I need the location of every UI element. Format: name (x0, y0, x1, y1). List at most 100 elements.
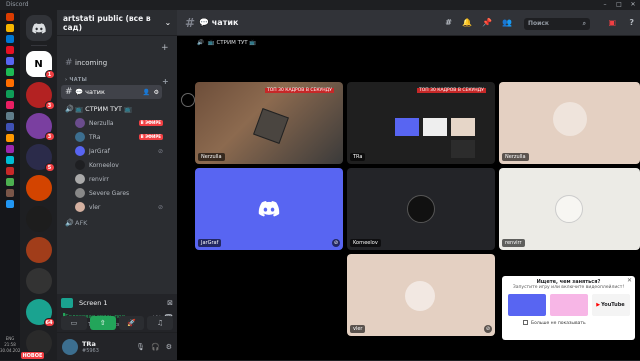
taskbar-app-icon[interactable] (6, 145, 14, 153)
server-icon[interactable]: 3 (25, 82, 55, 110)
maximize-button[interactable]: □ (612, 0, 626, 10)
taskbar-app-icon[interactable] (6, 57, 14, 65)
user-tile-jargraf[interactable]: JarGraf ⊘ (195, 168, 343, 250)
discord-logo-icon (258, 201, 280, 217)
server-icon[interactable]: N1 (25, 51, 55, 79)
stop-stream-icon[interactable]: ⊠ (167, 299, 173, 307)
voice-user[interactable]: Severe Gares (75, 186, 169, 200)
taskbar-app-icon[interactable] (6, 200, 14, 208)
voice-user[interactable]: TRa В ЭФИРЕ (75, 130, 169, 144)
server-icon[interactable]: НОВОЕ (19, 330, 52, 360)
avatar (75, 188, 85, 198)
taskbar-app-icon[interactable] (6, 35, 14, 43)
avatar (555, 195, 583, 223)
taskbar-app-icon[interactable] (6, 112, 14, 120)
taskbar-app-icon[interactable] (6, 123, 14, 131)
voice-user[interactable]: renvirr (75, 172, 169, 186)
user-tile-korneelov[interactable]: Korneelov (347, 168, 495, 250)
taskbar-app-icon[interactable] (6, 68, 14, 76)
hash-icon: # (185, 15, 196, 30)
add-channel-icon[interactable]: + (161, 43, 169, 53)
taskbar-app-icon[interactable] (6, 13, 14, 21)
close-window-button[interactable]: ✕ (626, 0, 640, 10)
stream-tile-tra[interactable]: ТОП 30 КАДРОВ В СЕКУНДУ TRa (347, 82, 495, 164)
taskbar-app-icon[interactable] (6, 189, 14, 197)
dont-show-checkbox[interactable]: Больше не показывать (505, 320, 632, 326)
server-icon[interactable] (25, 237, 52, 263)
user-tile-renvirr[interactable]: renvirr (499, 168, 640, 250)
add-channel-icon[interactable]: + (162, 77, 169, 86)
invite-icon[interactable]: 👤 (143, 89, 150, 96)
member-list-icon[interactable]: 👥 (502, 18, 512, 27)
voice-channel-stream[interactable]: 🔊 📺 СТРИМ ТУТ 📺 (61, 102, 173, 116)
youtube-card[interactable]: ▶ YouTube (591, 294, 630, 316)
speaker-icon: 🔊 (65, 219, 74, 227)
pin-icon[interactable]: 📌 (482, 18, 492, 27)
gear-icon[interactable]: ⚙ (166, 343, 172, 351)
screen-share-button[interactable]: ⇧ (89, 316, 116, 330)
stream-thumb (395, 118, 419, 136)
voice-user[interactable]: Korneelov (75, 158, 169, 172)
youtube-label: YouTube (601, 302, 625, 308)
server-icon[interactable] (25, 206, 52, 232)
server-icon[interactable] (25, 175, 52, 201)
user-tile-vler[interactable]: vler ⊘ (347, 254, 495, 336)
category-chats[interactable]: › ЧАТЫ + (65, 77, 169, 86)
tile-name: JarGraf (198, 239, 222, 247)
voice-channel-afk[interactable]: 🔊 AFK (61, 216, 173, 230)
activity-button[interactable]: 🚀 (118, 316, 145, 330)
server-icon[interactable]: 3 (25, 113, 55, 141)
voice-user[interactable]: Nerzulla В ЭФИРЕ (75, 116, 169, 130)
taskbar-app-icon[interactable] (6, 178, 14, 186)
stream-tile-nerzulla[interactable]: ТОП 30 КАДРОВ В СЕКУНДУ Nerzulla (195, 82, 343, 164)
activity-card[interactable] (549, 294, 588, 316)
mention-badge: 3 (44, 132, 55, 141)
avatar[interactable] (62, 338, 78, 355)
taskbar-app-icon[interactable] (6, 167, 14, 175)
stage-header: 🔊 📺 СТРИМ ТУТ 📺 (177, 36, 640, 50)
stream-thumb (451, 140, 475, 158)
avatar (75, 174, 85, 184)
server-icon[interactable] (25, 268, 52, 294)
close-icon[interactable]: ✕ (627, 277, 632, 284)
taskbar-app-icon[interactable] (6, 46, 14, 54)
server-header[interactable]: artstati public (все в сад) ⌄ (57, 10, 177, 36)
taskbar-app-icon[interactable] (6, 134, 14, 142)
soundboard-button[interactable]: ♫ (147, 316, 173, 330)
speaker-icon: 🔊 (197, 40, 204, 46)
minimize-button[interactable]: – (598, 0, 612, 10)
main-stage: # 💬 чатик # 🔔 📌 👥 Поиск ⌕ ▣ ? 🔊 📺 СТРИМ … (177, 10, 640, 360)
new-badge: НОВОЕ (19, 351, 46, 360)
channel-chatik[interactable]: # 💬 чатик 👤 ⚙ (61, 85, 162, 99)
taskbar-app-icon[interactable] (6, 156, 14, 164)
activity-card[interactable] (507, 294, 546, 316)
app-title: Discord (6, 1, 29, 8)
home-button[interactable] (25, 15, 52, 41)
bell-icon[interactable]: 🔔 (462, 18, 472, 27)
server-icon[interactable]: 5 (25, 144, 55, 172)
avatar (75, 202, 85, 212)
mention-badge: 1 (44, 70, 55, 79)
headphones-icon[interactable]: 🎧 (151, 343, 160, 351)
user-tile-nerzulla[interactable]: Nerzulla (499, 82, 640, 164)
threads-icon[interactable]: # (445, 18, 452, 27)
gear-icon[interactable]: ⚙ (154, 89, 159, 96)
scroll-left-button[interactable] (181, 93, 195, 107)
taskbar-app-icon[interactable] (6, 90, 14, 98)
camera-button[interactable]: ▭ (61, 316, 87, 330)
taskbar-app-icon[interactable] (6, 24, 14, 32)
mic-icon[interactable]: 🎙 (136, 343, 145, 351)
chevron-down-icon: ⌄ (164, 18, 171, 27)
channel-incoming[interactable]: # incoming (61, 56, 173, 70)
taskbar-app-icon[interactable] (6, 101, 14, 109)
help-icon[interactable]: ? (629, 18, 634, 27)
inbox-icon[interactable]: ▣ (608, 18, 616, 27)
avatar (75, 160, 85, 170)
header-channel-name: 💬 чатик (199, 18, 239, 27)
system-clock[interactable]: ENG 21:58 30.04.2023 (0, 336, 23, 354)
search-input[interactable]: Поиск ⌕ (524, 18, 590, 30)
voice-user[interactable]: vler ⊘ (75, 200, 169, 214)
server-icon[interactable]: 64 (25, 299, 55, 327)
taskbar-app-icon[interactable] (6, 79, 14, 87)
voice-user[interactable]: JarGraf ⊘ (75, 144, 169, 158)
